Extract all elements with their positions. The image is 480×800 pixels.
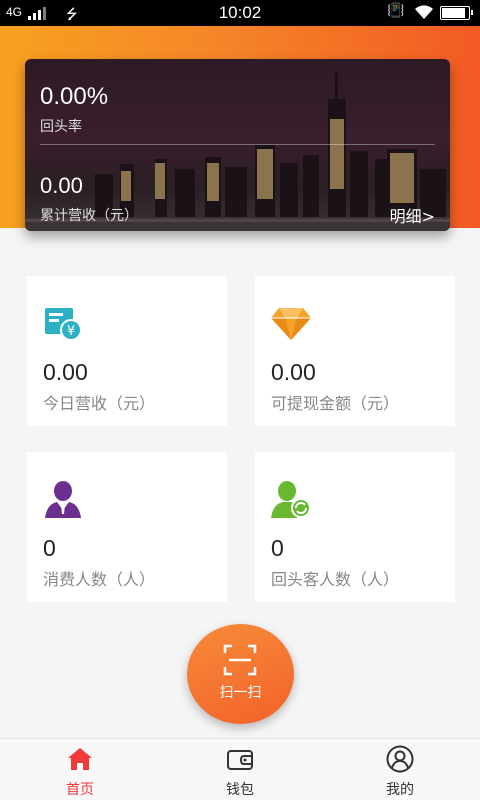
today-revenue-value: 0.00: [43, 359, 88, 385]
total-revenue-label: 累计营收（元）: [40, 208, 138, 224]
svg-text:¥: ¥: [67, 324, 75, 339]
return-rate-value: 0.00%: [40, 83, 109, 110]
status-time: 10:02: [218, 3, 262, 22]
total-revenue-value: 0.00: [40, 173, 83, 198]
home-icon: [68, 748, 92, 770]
withdrawable-card[interactable]: 0.00 可提现金额（元）: [255, 276, 455, 426]
status-bar: 4G ⭍ 10:02 📳: [0, 0, 480, 26]
today-revenue-label: 今日营收（元）: [43, 394, 156, 413]
diamond-icon: [271, 308, 311, 340]
detail-link[interactable]: 明细>: [390, 203, 435, 227]
withdrawable-value: 0.00: [271, 359, 316, 385]
wifi-icon: [415, 5, 433, 19]
vibrate-icon: 📳: [387, 3, 405, 19]
nav-item-mine[interactable]: 我的: [320, 739, 480, 800]
today-revenue-card[interactable]: ¥ 0.00 今日营收（元）: [27, 276, 227, 426]
user-circle-icon: [386, 745, 414, 773]
battery-icon: [440, 6, 473, 20]
nav-label-home: 首页: [66, 782, 94, 798]
nav-label-mine: 我的: [386, 782, 414, 798]
consumers-value: 0: [43, 535, 56, 561]
consumers-card[interactable]: 0 消费人数（人）: [27, 452, 227, 602]
bottom-nav: 首页 钱包 我的: [0, 738, 480, 800]
wallet-icon: [227, 750, 253, 770]
person-icon: [45, 481, 81, 518]
scan-label: 扫一扫: [219, 685, 262, 701]
nav-item-home[interactable]: 首页: [0, 739, 160, 800]
summary-divider: [40, 144, 435, 145]
withdrawable-label: 可提现金额（元）: [271, 394, 400, 413]
returning-customers-label: 回头客人数（人）: [271, 570, 400, 589]
returning-customers-value: 0: [271, 535, 284, 561]
nav-label-wallet: 钱包: [226, 782, 254, 798]
nav-item-wallet[interactable]: 钱包: [160, 739, 320, 800]
scan-icon: [223, 644, 257, 676]
consumers-label: 消费人数（人）: [43, 570, 156, 589]
return-rate-label: 回头率: [40, 119, 82, 135]
returning-customers-card[interactable]: 0 回头客人数（人）: [255, 452, 455, 602]
money-card-icon: ¥: [45, 308, 82, 341]
summary-card: 0.00% 回头率 0.00 累计营收（元） 明细>: [25, 59, 450, 231]
returning-person-icon: [271, 481, 311, 518]
scan-button[interactable]: 扫一扫: [187, 624, 294, 724]
